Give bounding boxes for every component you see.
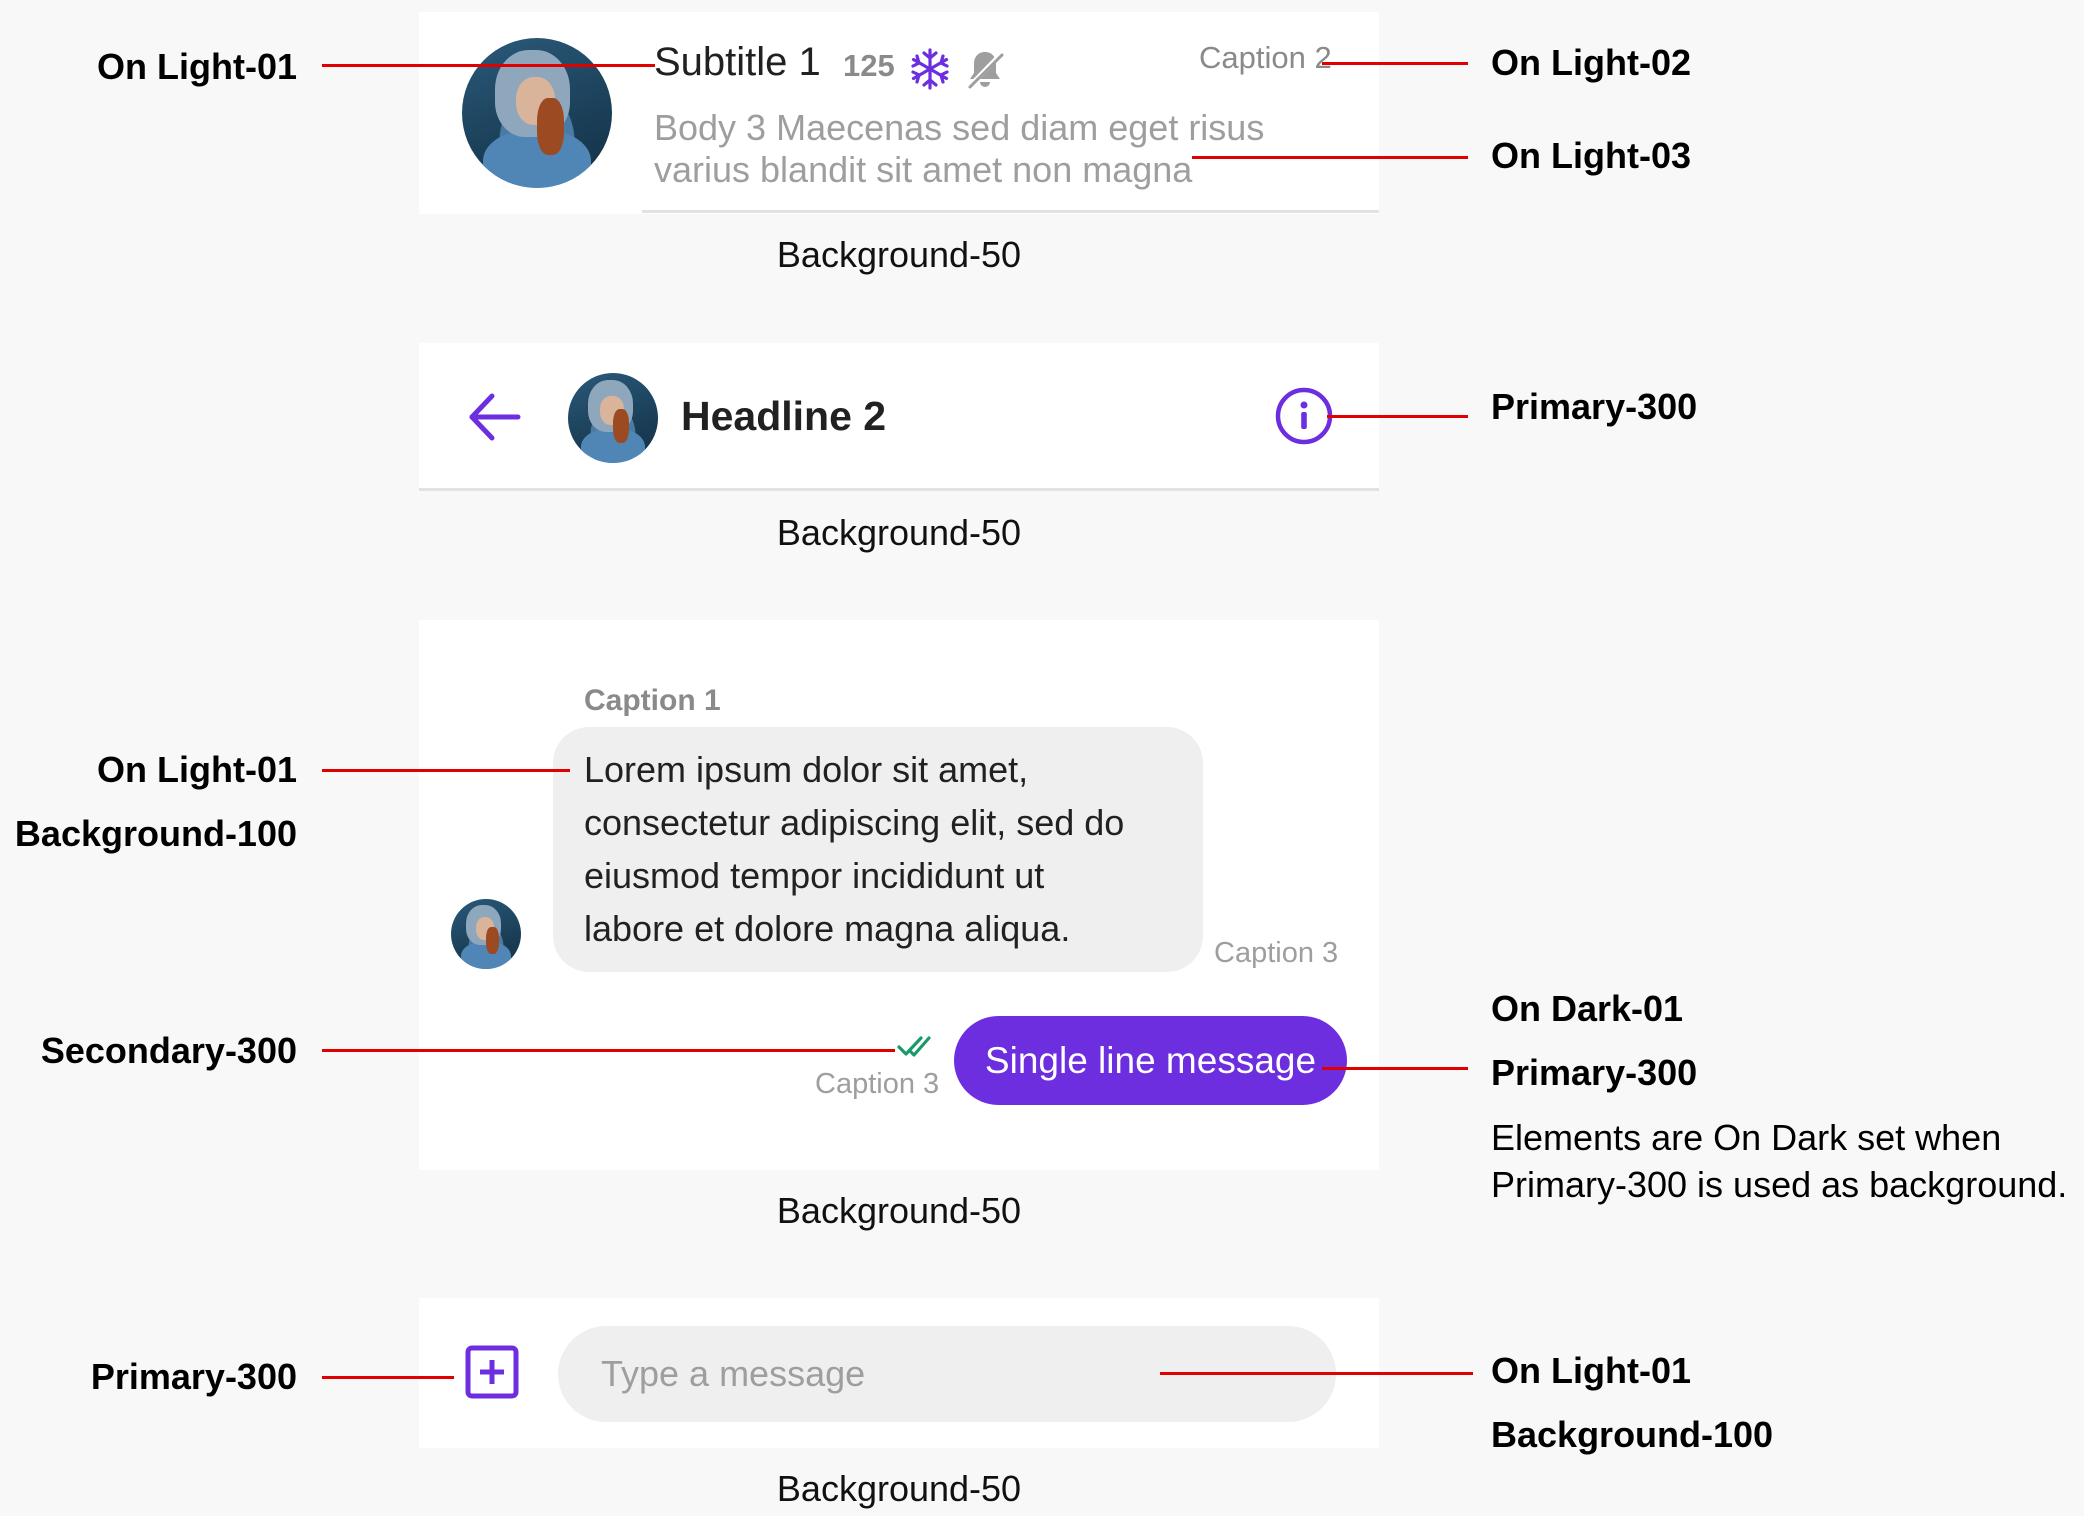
incoming-bubble[interactable]: Lorem ipsum dolor sit amet, consectetur … (553, 727, 1203, 972)
app-bar-panel: Headline 2 (419, 343, 1379, 491)
background-label: Background-50 (776, 234, 1022, 275)
incoming-line-3: eiusmod tempor incididunt ut (584, 855, 1045, 896)
background-label: Background-50 (776, 512, 1022, 553)
avatar (451, 899, 521, 969)
annotation-line (1192, 156, 1468, 159)
annotation-label: Secondary-300 (40, 1030, 297, 1071)
add-box-icon[interactable] (464, 1344, 520, 1400)
annotation-label: Background-100 (1491, 1414, 1774, 1455)
annotation-line (322, 1049, 895, 1052)
annotation-note: Elements are On Dark set when (1491, 1117, 2002, 1158)
list-item-title: Subtitle 1 (654, 40, 821, 84)
annotation-line (1322, 62, 1468, 65)
annotation-label: On Light-03 (1491, 135, 1691, 176)
list-item-body-line-1: Body 3 Maecenas sed diam eget risus (654, 107, 1265, 148)
list-item-panel[interactable]: Subtitle 1 125 Caption 2 Body 3 Maecenas… (419, 12, 1379, 214)
annotation-label: Primary-300 (1491, 1052, 1698, 1093)
annotation-line (322, 64, 655, 67)
annotation-label: On Light-02 (1491, 42, 1691, 83)
app-bar-title: Headline 2 (681, 393, 887, 439)
incoming-time: Caption 3 (1214, 937, 1339, 969)
message-input-placeholder: Type a message (601, 1353, 866, 1394)
list-item-caption: Caption 2 (1199, 40, 1332, 75)
background-label: Background-50 (776, 1468, 1022, 1509)
background-label: Background-50 (776, 1190, 1022, 1231)
list-item-body-line-2: varius blandit sit amet non magna (654, 149, 1193, 190)
annotation-line (322, 769, 570, 772)
double-check-icon (896, 1033, 940, 1063)
arrow-back-icon[interactable] (464, 387, 524, 447)
annotation-line (1327, 415, 1468, 418)
annotation-line (1322, 1067, 1468, 1070)
annotation-note: Primary-300 is used as background. (1491, 1164, 2068, 1205)
incoming-line-2: consectetur adipiscing elit, sed do (584, 802, 1125, 843)
info-icon[interactable] (1274, 386, 1334, 446)
annotation-label: On Light-01 (97, 749, 297, 790)
list-item-divider (642, 210, 1379, 213)
annotation-label: Primary-300 (90, 1356, 297, 1397)
outgoing-text: Single line message (984, 1040, 1317, 1081)
bell-off-icon (963, 47, 1007, 91)
outgoing-bubble[interactable]: Single line message (954, 1016, 1347, 1105)
annotation-label: On Light-01 (97, 46, 297, 87)
annotation-label: On Light-01 (1491, 1350, 1691, 1391)
list-item-count: 125 (843, 48, 895, 83)
avatar (568, 373, 658, 463)
annotation-label: Background-100 (14, 813, 297, 854)
avatar (462, 38, 612, 188)
annotation-line (1160, 1372, 1473, 1375)
app-bar-divider (419, 488, 1379, 491)
annotation-label: Primary-300 (1491, 386, 1698, 427)
chat-panel: Caption 1 Lorem ipsum dolor sit amet, co… (419, 620, 1379, 1170)
incoming-line-1: Lorem ipsum dolor sit amet, (584, 749, 1029, 790)
incoming-line-4: labore et dolore magna aliqua. (584, 908, 1071, 949)
incoming-caption: Caption 1 (584, 684, 721, 717)
snowflake-icon (908, 47, 952, 91)
annotation-line (322, 1376, 454, 1379)
outgoing-time: Caption 3 (815, 1068, 940, 1100)
annotation-label: On Dark-01 (1491, 988, 1684, 1029)
